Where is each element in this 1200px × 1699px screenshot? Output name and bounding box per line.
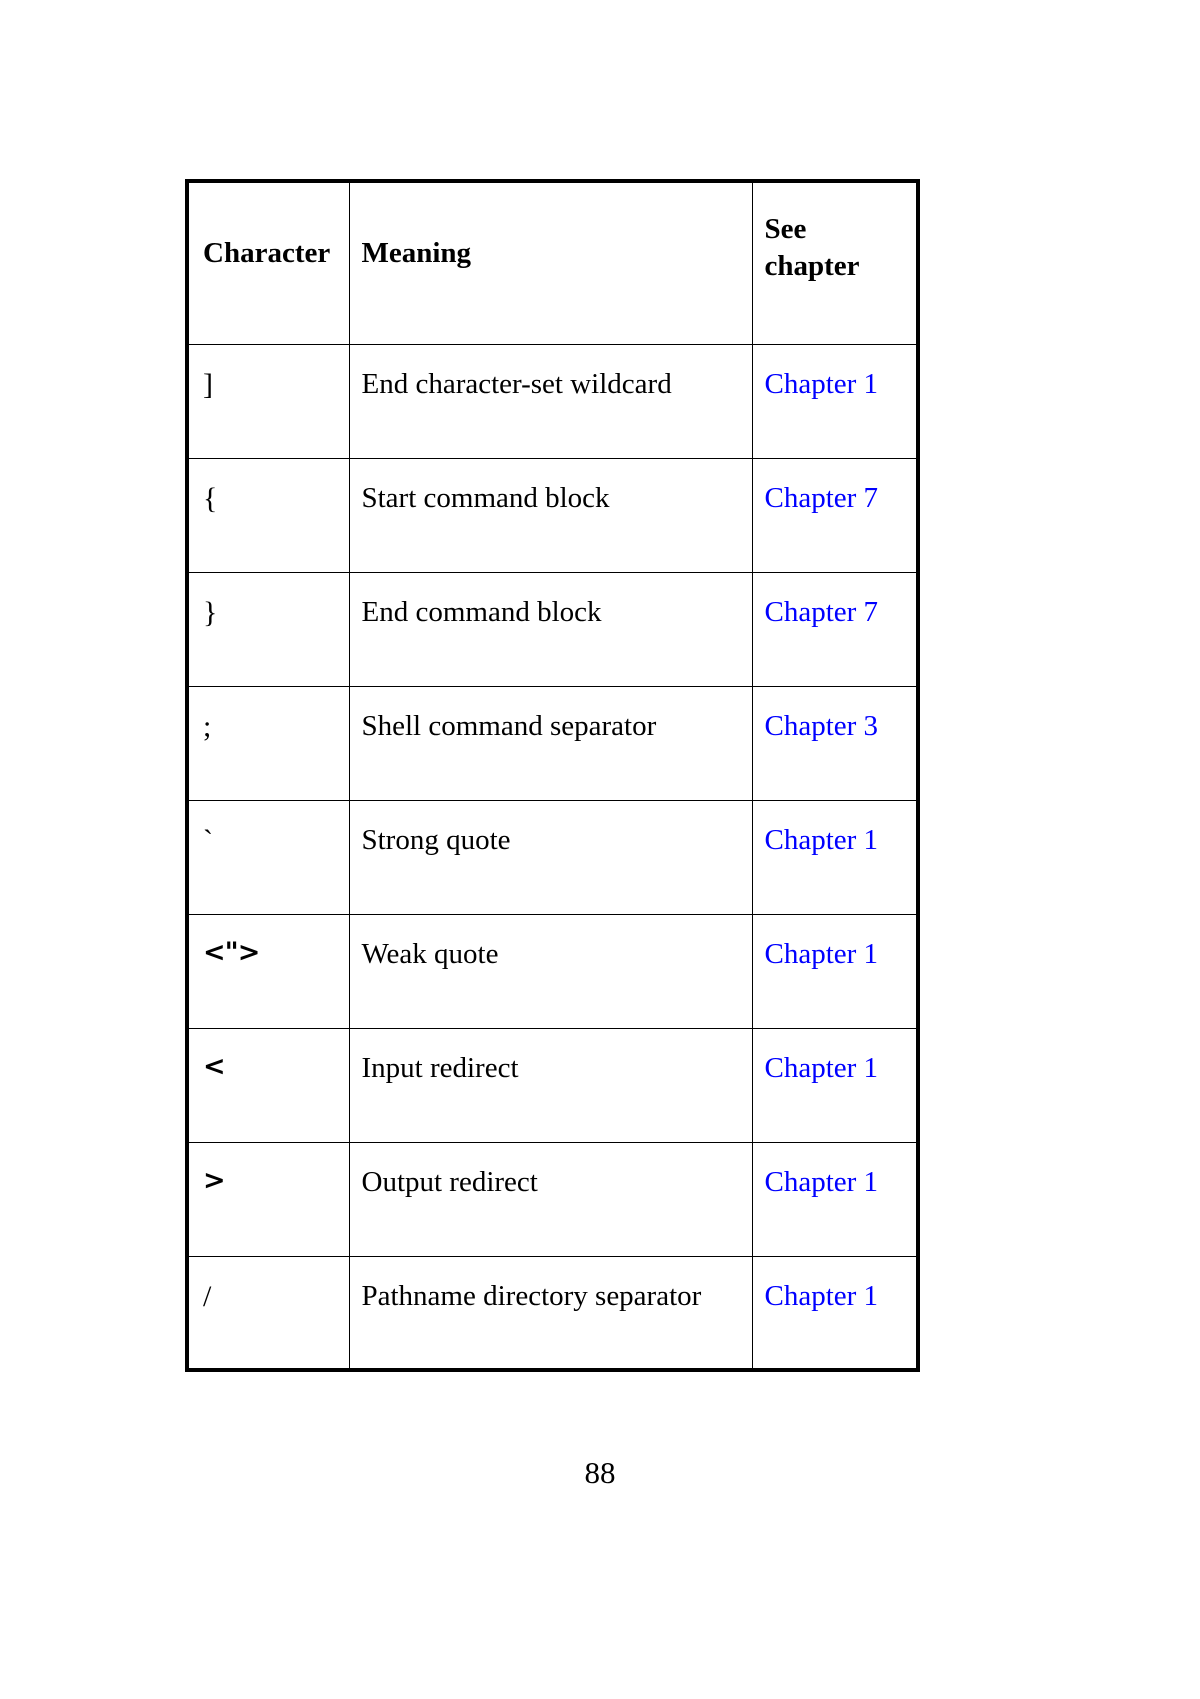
column-header-see-chapter-line2: chapter bbox=[764, 250, 860, 283]
column-header-see-chapter-line1: See bbox=[764, 213, 807, 245]
table-row: <"> Weak quote Chapter 1 bbox=[186, 913, 919, 1029]
cell-character: { bbox=[186, 457, 350, 573]
cell-chapter: Chapter 7 bbox=[751, 457, 919, 573]
cell-meaning: Strong quote bbox=[348, 799, 753, 915]
cell-chapter: Chapter 1 bbox=[751, 1255, 919, 1371]
cell-chapter: Chapter 3 bbox=[751, 685, 919, 801]
special-characters-table: Character Meaning See chapter ] End char… bbox=[185, 179, 920, 1372]
cell-chapter: Chapter 1 bbox=[751, 1027, 919, 1143]
cell-character: <"> bbox=[186, 913, 350, 1029]
chapter-link[interactable]: Chapter 1 bbox=[765, 368, 879, 400]
table-header: Character Meaning See chapter bbox=[186, 180, 919, 345]
cell-meaning: End command block bbox=[348, 571, 753, 687]
column-header-character: Character bbox=[186, 180, 350, 345]
cell-meaning: Input redirect bbox=[348, 1027, 753, 1143]
chapter-link[interactable]: Chapter 1 bbox=[765, 1280, 879, 1312]
cell-meaning: Shell command separator bbox=[348, 685, 753, 801]
table-body: ] End character-set wildcard Chapter 1 {… bbox=[186, 343, 919, 1371]
column-header-meaning: Meaning bbox=[348, 180, 753, 345]
cell-chapter: Chapter 1 bbox=[751, 799, 919, 915]
cell-character: ] bbox=[186, 343, 350, 459]
cell-meaning: Start command block bbox=[348, 457, 753, 573]
chapter-link[interactable]: Chapter 1 bbox=[765, 1166, 879, 1198]
cell-meaning: End character-set wildcard bbox=[348, 343, 753, 459]
cell-chapter: Chapter 1 bbox=[751, 913, 919, 1029]
table-row: ` Strong quote Chapter 1 bbox=[186, 799, 919, 915]
table-row: < Input redirect Chapter 1 bbox=[186, 1027, 919, 1143]
cell-chapter: Chapter 7 bbox=[751, 571, 919, 687]
cell-character: / bbox=[186, 1255, 350, 1371]
cell-character: < bbox=[186, 1027, 350, 1143]
chapter-link[interactable]: Chapter 3 bbox=[765, 710, 879, 742]
cell-chapter: Chapter 1 bbox=[751, 1141, 919, 1257]
table-row: > Output redirect Chapter 1 bbox=[186, 1141, 919, 1257]
chapter-link[interactable]: Chapter 1 bbox=[765, 938, 879, 970]
chapter-link[interactable]: Chapter 1 bbox=[765, 1052, 879, 1084]
cell-character: ` bbox=[186, 799, 350, 915]
cell-character: > bbox=[186, 1141, 350, 1257]
special-characters-table-container: Character Meaning See chapter ] End char… bbox=[185, 179, 920, 1372]
document-page: Character Meaning See chapter ] End char… bbox=[0, 0, 1200, 1699]
table-row: { Start command block Chapter 7 bbox=[186, 457, 919, 573]
table-row: ] End character-set wildcard Chapter 1 bbox=[186, 343, 919, 459]
chapter-link[interactable]: Chapter 7 bbox=[765, 596, 879, 628]
cell-meaning: Pathname directory separator bbox=[348, 1255, 753, 1371]
chapter-link[interactable]: Chapter 1 bbox=[765, 824, 879, 856]
page-number: 88 bbox=[584, 1455, 616, 1490]
chapter-link[interactable]: Chapter 7 bbox=[765, 482, 879, 514]
table-row: } End command block Chapter 7 bbox=[186, 571, 919, 687]
cell-meaning: Output redirect bbox=[348, 1141, 753, 1257]
cell-character: ; bbox=[186, 685, 350, 801]
table-row: ; Shell command separator Chapter 3 bbox=[186, 685, 919, 801]
table-header-row: Character Meaning See chapter bbox=[186, 180, 919, 345]
table-row: / Pathname directory separator Chapter 1 bbox=[186, 1255, 919, 1371]
column-header-see-chapter: See chapter bbox=[751, 180, 919, 345]
cell-chapter: Chapter 1 bbox=[751, 343, 919, 459]
cell-character: } bbox=[186, 571, 350, 687]
cell-meaning: Weak quote bbox=[348, 913, 753, 1029]
